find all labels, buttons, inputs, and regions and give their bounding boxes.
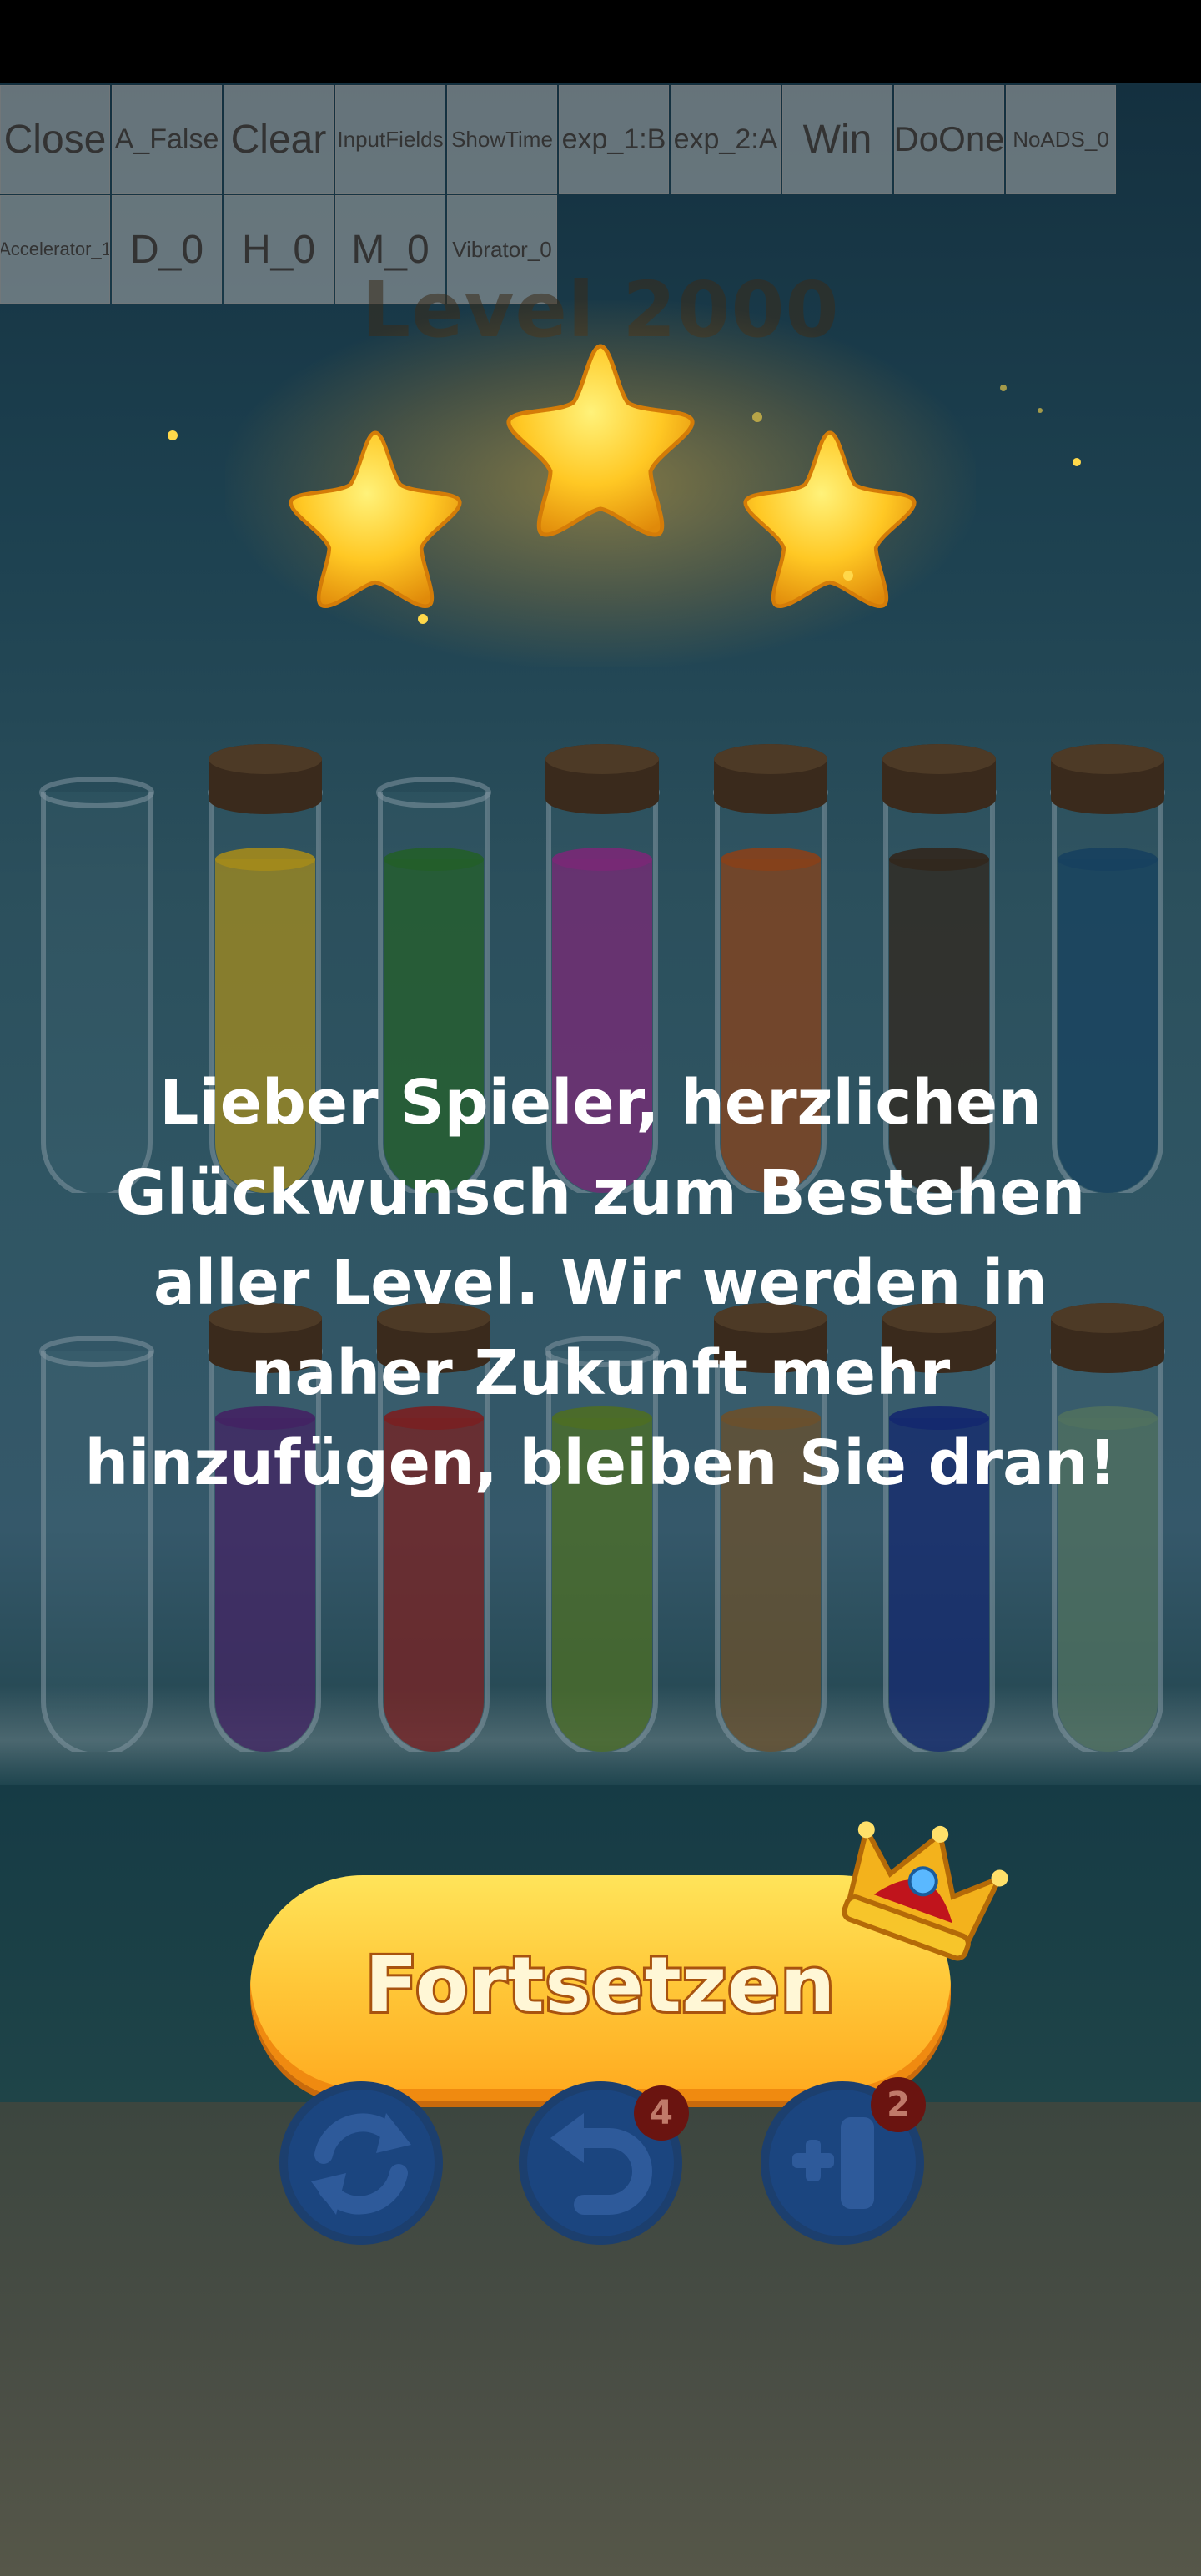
debug-exp2-button[interactable]: exp_2:A [671,85,781,194]
completion-message: Lieber Spieler, herzlichen Glückwunsch z… [84,1067,1117,1499]
tube-cork-top [714,744,827,774]
continue-button-label: Fortsetzen [363,1938,837,2032]
debug-exp1-button[interactable]: exp_1:B [559,85,669,194]
tube-cork-top [545,744,659,774]
debug-do-one-button[interactable]: DoOne [894,85,1004,194]
debug-win-button[interactable]: Win [782,85,892,194]
restart-button[interactable] [278,2080,445,2250]
crown-icon [842,1821,1008,1961]
debug-clear-button[interactable]: Clear [224,85,334,194]
debug-input-fields-button[interactable]: InputFields [335,85,445,194]
debug-show-time-button[interactable]: ShowTime [447,85,557,194]
add-tube-badge: 2 [871,2077,926,2132]
tube-cork-top [882,744,996,774]
tube-cork-top [1051,744,1164,774]
debug-toolbar-row-1: Close A_False Clear InputFields ShowTime… [0,85,1118,194]
debug-no-ads-button[interactable]: NoADS_0 [1006,85,1116,194]
sparkles [168,385,1081,624]
tube-cork-top [209,744,322,774]
debug-a-false-button[interactable]: A_False [112,85,222,194]
undo-badge: 4 [634,2085,689,2141]
debug-close-button[interactable]: Close [0,85,110,194]
undo-badge-count: 4 [650,2094,673,2132]
add-tube-badge-count: 2 [887,2085,910,2124]
